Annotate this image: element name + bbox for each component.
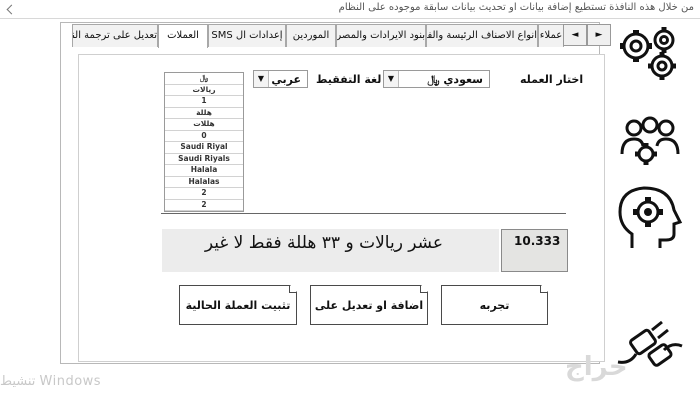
- list-item[interactable]: هللة: [165, 108, 243, 119]
- tab-currencies[interactable]: العملات: [158, 24, 208, 48]
- tab-suppliers[interactable]: الموردين: [286, 24, 336, 47]
- list-item[interactable]: ريالات: [165, 85, 243, 96]
- pin-current-currency-button[interactable]: تثبيت العملة الحالية: [179, 285, 297, 325]
- list-item[interactable]: هللات: [165, 119, 243, 131]
- spelling-language-label: لغة التفقيط: [316, 73, 382, 86]
- chevron-down-icon[interactable]: ▼: [254, 71, 269, 87]
- tab-item-categories[interactable]: انواع الاصناف الرئيسة والفرعيه: [426, 24, 538, 47]
- try-button[interactable]: تجربه: [441, 285, 548, 325]
- list-item[interactable]: 2: [165, 200, 243, 211]
- spelling-language-select[interactable]: ▼ عربي: [253, 70, 308, 88]
- tab-sms-settings[interactable]: إعدادات ال SMS: [208, 24, 286, 47]
- currency-select[interactable]: ▼ سعودي ﷼: [383, 70, 490, 88]
- chevron-down-icon[interactable]: ▼: [384, 71, 399, 87]
- amount-input[interactable]: 10.333: [501, 229, 568, 272]
- list-item[interactable]: 1: [165, 96, 243, 108]
- amount-in-words: عشر ريالات و ٣٣ هللة فقط لا غير: [162, 229, 499, 272]
- list-item[interactable]: 0: [165, 131, 243, 142]
- side-icon-bar: [608, 22, 700, 372]
- list-item[interactable]: Halalas: [165, 177, 243, 188]
- list-item[interactable]: Halala: [165, 165, 243, 177]
- back-arrow-icon[interactable]: [6, 4, 17, 15]
- windows-activation-watermark: تنشيط Windows: [0, 374, 102, 389]
- site-watermark: حراج: [565, 352, 628, 382]
- tab-translation[interactable]: تعديل على ترجمة النظام: [72, 24, 158, 47]
- currency-label: اختار العمله: [520, 73, 584, 86]
- list-item[interactable]: 2: [165, 188, 243, 200]
- list-item[interactable]: Saudi Riyal: [165, 142, 243, 154]
- tab-strip: تعديل على ترجمة النظام العملات إعدادات ا…: [10, 24, 613, 48]
- head-gear-icon[interactable]: [612, 182, 688, 254]
- list-item[interactable]: Saudi Riyals: [165, 154, 243, 165]
- tab-scroll-left-button[interactable]: ◄: [563, 24, 587, 46]
- title-bar: من خلال هذه النافذة تستطيع إضافة بيانات …: [0, 0, 700, 19]
- tab-revenue-expenses[interactable]: بنود الايرادات والمصروفات: [336, 24, 426, 47]
- gears-icon[interactable]: [612, 24, 688, 84]
- add-edit-currency-button[interactable]: اضافة او تعديل على عمله: [310, 285, 428, 325]
- tab-customers[interactable]: عملاء: [538, 24, 564, 47]
- currency-details-list: ﷼ ريالات 1 هللة هللات 0 Saudi Riyal Saud…: [164, 72, 244, 212]
- users-settings-icon[interactable]: [612, 114, 688, 169]
- divider: [161, 213, 566, 214]
- list-item[interactable]: ﷼: [165, 73, 243, 85]
- window-title: من خلال هذه النافذة تستطيع إضافة بيانات …: [338, 2, 694, 13]
